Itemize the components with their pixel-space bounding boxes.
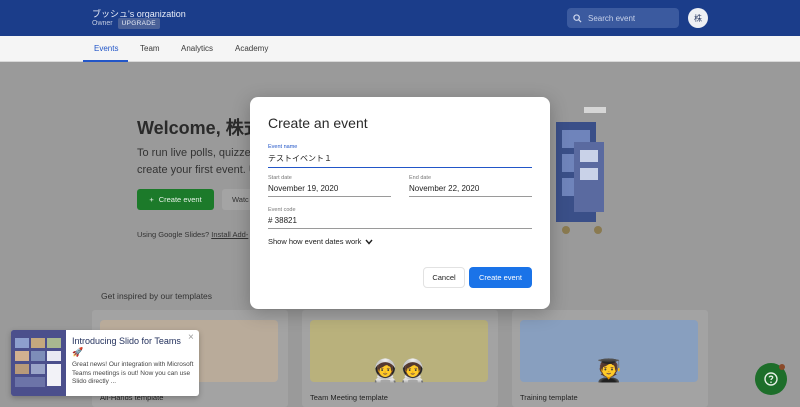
end-date-label: End date [409,175,432,181]
toast-title: Introducing Slido for Teams 🚀 [72,336,181,357]
template-image-team-meeting: 🧑‍🚀🧑‍🚀 [310,320,488,382]
avatar[interactable]: 株 [688,8,708,28]
close-icon[interactable]: × [188,333,194,343]
teams-preview-image [11,330,66,396]
google-slides-hint: Using Google Slides? Install Add- [137,230,248,239]
event-code-label: Event code [268,207,296,213]
show-dates-toggle[interactable]: Show how event dates work [268,237,373,246]
astronauts-icon: 🧑‍🚀🧑‍🚀 [371,358,427,383]
tab-events[interactable]: Events [94,44,118,53]
intro-text-line-1: To run live polls, quizzes o [137,147,266,159]
start-date-field[interactable]: Start date November 19, 2020 [268,175,391,197]
event-name-label: Event name [268,144,298,150]
top-bar: ブッシュ's organization Owner UPGRADE 株 [0,0,800,36]
upgrade-button[interactable]: UPGRADE [117,18,160,29]
start-date-label: Start date [268,175,292,181]
org-meta: Owner UPGRADE [92,18,160,29]
end-date-field[interactable]: End date November 22, 2020 [409,175,532,197]
event-code-field[interactable]: Event code # 38821 [268,207,532,229]
graduate-icon: 🧑‍🎓 [595,358,623,383]
event-code-input[interactable]: # 38821 [268,216,532,229]
create-event-button-background[interactable]: + Create event [137,189,214,210]
tab-academy[interactable]: Academy [235,44,268,53]
tab-team[interactable]: Team [140,44,160,53]
search-box[interactable] [567,8,679,28]
search-input[interactable] [588,13,668,23]
template-title: Team Meeting template [310,393,388,402]
end-date-input[interactable]: November 22, 2020 [409,184,532,197]
template-card-team-meeting[interactable]: 🧑‍🚀🧑‍🚀 Team Meeting template [302,310,498,407]
search-icon [573,13,582,23]
intro-text-line-2: create your first event. Un [137,164,263,176]
start-date-input[interactable]: November 19, 2020 [268,184,391,197]
templates-heading: Get inspired by our templates [101,291,213,301]
cancel-button[interactable]: Cancel [423,267,465,288]
template-image-training: 🧑‍🎓 [520,320,698,382]
event-name-field[interactable]: Event name テストイベント１ [268,144,532,168]
chevron-down-icon [365,239,373,245]
notification-dot [779,364,785,370]
create-event-button-label: Create event [158,195,202,204]
plus-icon: + [149,195,154,204]
role-label: Owner [92,20,113,27]
question-icon [764,372,778,386]
show-dates-label: Show how event dates work [268,237,362,246]
event-name-input[interactable]: テストイベント１ [268,153,532,168]
install-addon-link[interactable]: Install Add- [211,230,248,239]
template-title: Training template [520,393,578,402]
create-event-button[interactable]: Create event [469,267,532,288]
welcome-illustration [556,107,606,234]
announcement-toast[interactable]: Introducing Slido for Teams 🚀 Great news… [11,330,199,396]
dialog-title: Create an event [268,115,368,131]
template-card-training[interactable]: 🧑‍🎓 Training template [512,310,708,407]
toast-body: Great news! Our integration with Microso… [72,361,194,385]
tab-analytics[interactable]: Analytics [181,44,213,53]
tabs-bar: Events Team Analytics Academy [0,36,800,62]
google-slides-text: Using Google Slides? [137,230,210,239]
